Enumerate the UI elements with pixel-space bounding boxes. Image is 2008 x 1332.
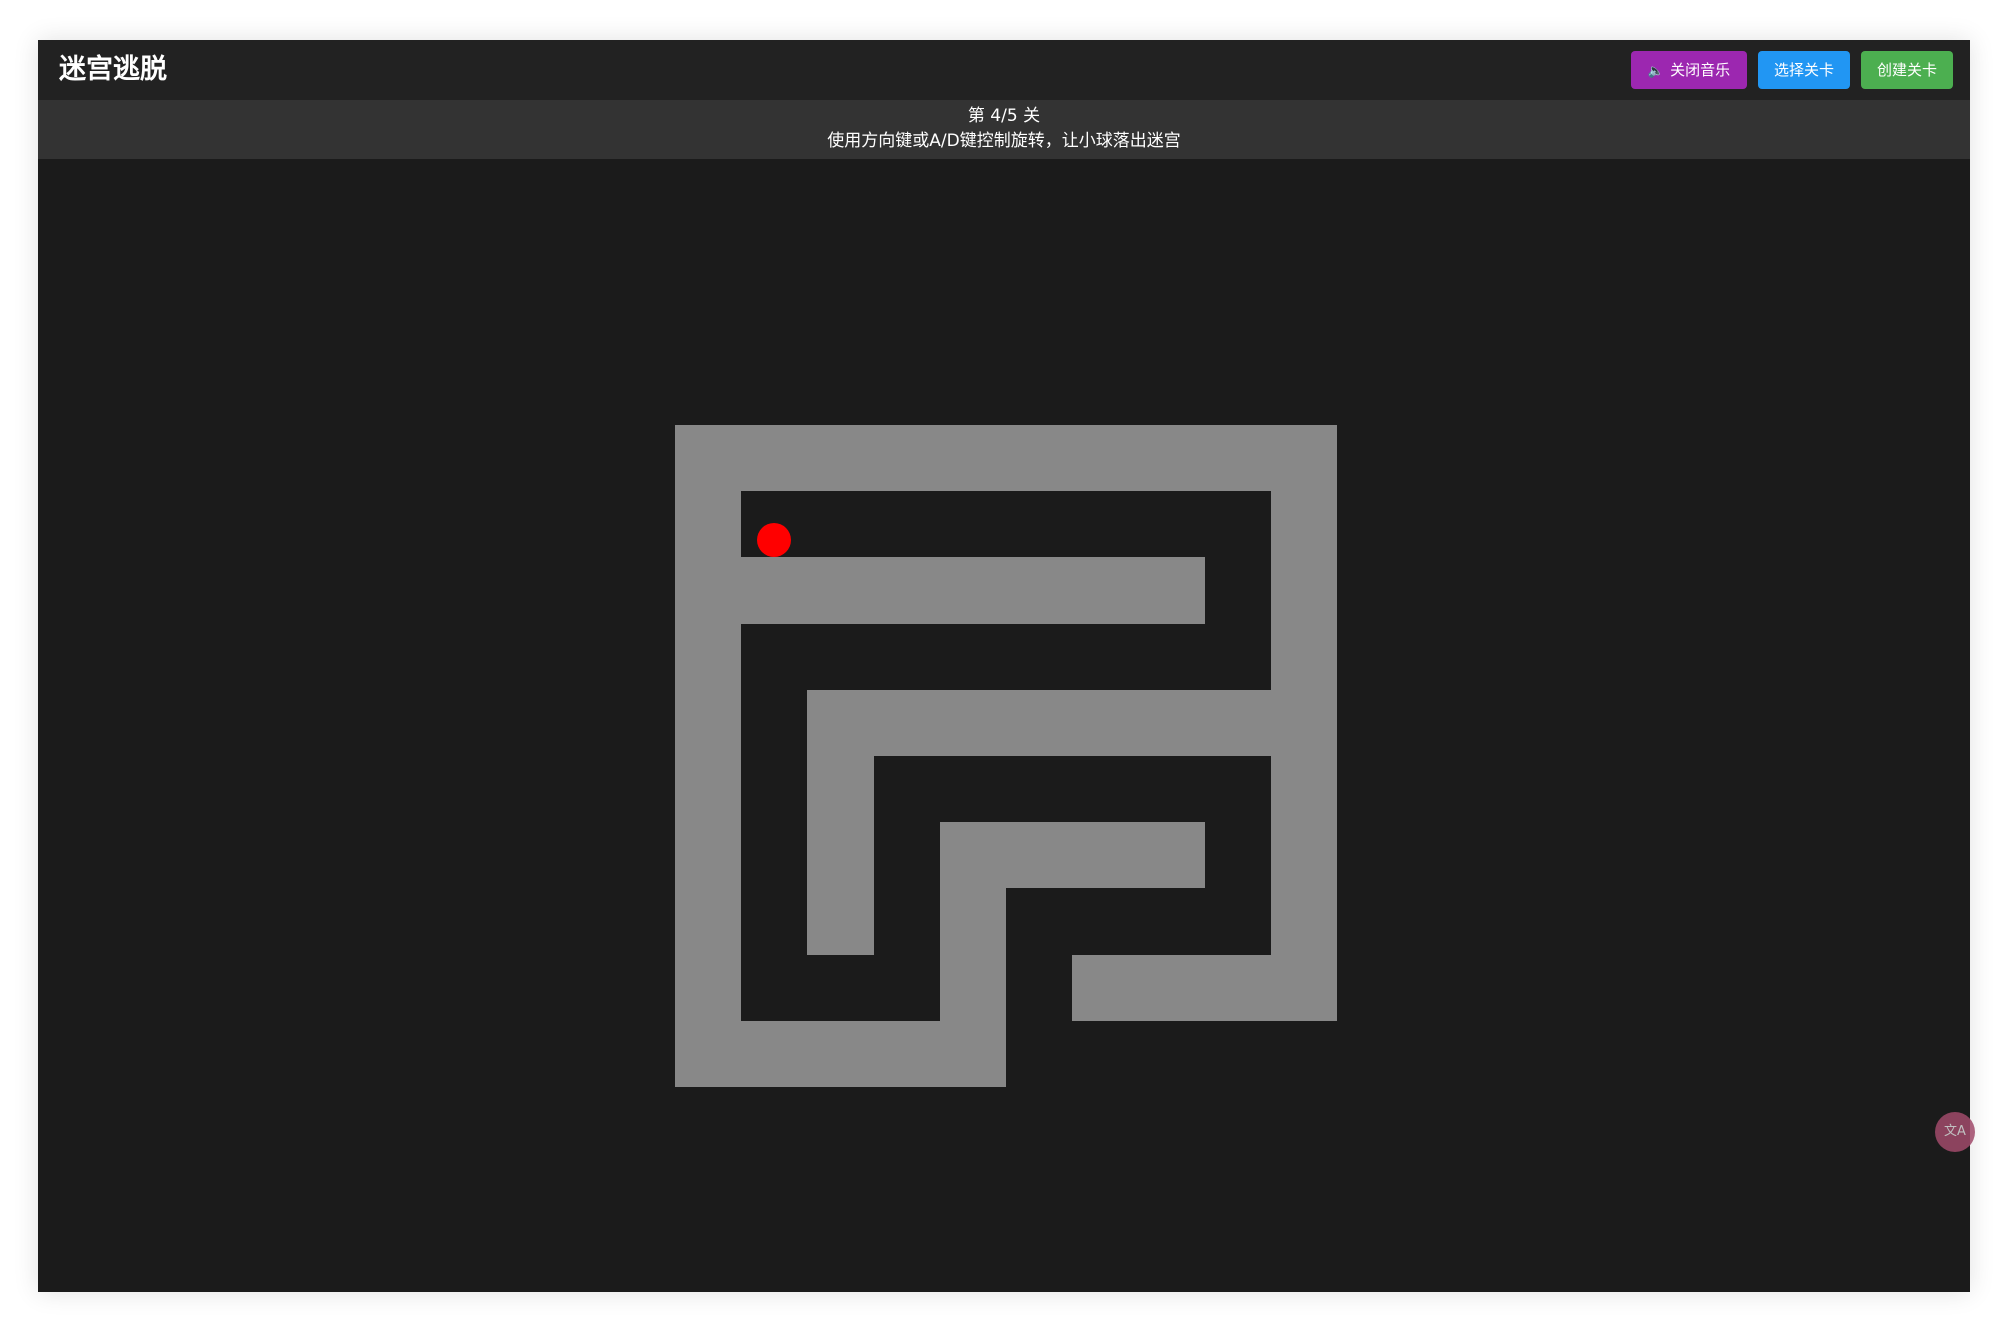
toggle-music-button[interactable]: 🔈 关闭音乐: [1631, 51, 1747, 89]
maze-wall: [940, 425, 1006, 491]
maze-wall: [940, 1021, 1006, 1087]
maze-wall: [1072, 822, 1138, 888]
maze-wall: [741, 1021, 807, 1087]
maze-wall: [1205, 955, 1271, 1021]
maze-wall: [807, 1021, 874, 1087]
maze-wall: [1138, 955, 1205, 1021]
maze-wall: [675, 888, 741, 955]
maze-wall: [675, 491, 741, 557]
maze-wall: [675, 557, 741, 624]
maze-wall: [675, 1021, 741, 1087]
music-button-label: 关闭音乐: [1670, 62, 1731, 79]
maze-wall: [940, 888, 1006, 955]
maze-wall: [675, 690, 741, 756]
translate-icon[interactable]: 文A: [1935, 1112, 1975, 1152]
maze-wall: [874, 690, 940, 756]
maze[interactable]: [675, 425, 1337, 1087]
maze-wall: [1072, 557, 1138, 624]
maze-wall: [675, 425, 741, 491]
maze-wall: [1271, 756, 1337, 822]
maze-wall: [807, 690, 874, 756]
maze-wall: [675, 756, 741, 822]
maze-wall: [1072, 955, 1138, 1021]
maze-wall: [1271, 557, 1337, 624]
maze-wall: [1271, 955, 1337, 1021]
header: 迷宫逃脱 🔈 关闭音乐 选择关卡 创建关卡: [38, 40, 1970, 100]
maze-wall: [1271, 425, 1337, 491]
maze-wall: [1072, 425, 1138, 491]
maze-wall: [1138, 690, 1205, 756]
maze-wall: [940, 557, 1006, 624]
maze-wall: [1006, 822, 1072, 888]
maze-wall: [1271, 491, 1337, 557]
maze-wall: [807, 822, 874, 888]
maze-wall: [807, 557, 874, 624]
game-window: 迷宫逃脱 🔈 关闭音乐 选择关卡 创建关卡 第 4/5 关 使用方向键或A/D键控…: [38, 40, 1970, 1292]
maze-wall: [874, 557, 940, 624]
maze-wall: [940, 690, 1006, 756]
maze-wall: [1072, 690, 1138, 756]
maze-wall: [675, 822, 741, 888]
maze-wall: [741, 557, 807, 624]
maze-wall: [1138, 557, 1205, 624]
ball: [757, 523, 792, 558]
maze-wall: [1006, 425, 1072, 491]
maze-wall: [1205, 690, 1271, 756]
maze-wall: [675, 624, 741, 690]
maze-wall: [1205, 425, 1271, 491]
maze-wall: [675, 955, 741, 1021]
maze-wall: [741, 425, 807, 491]
maze-wall: [1006, 690, 1072, 756]
maze-wall: [1006, 557, 1072, 624]
maze-wall: [1271, 888, 1337, 955]
level-indicator: 第 4/5 关: [967, 106, 1041, 126]
maze-wall: [807, 425, 874, 491]
maze-wall: [1138, 425, 1205, 491]
select-level-button[interactable]: 选择关卡: [1758, 51, 1850, 89]
speaker-icon: 🔈: [1647, 63, 1665, 78]
maze-wall: [874, 425, 940, 491]
maze-wall: [1271, 690, 1337, 756]
level-info-bar: 第 4/5 关 使用方向键或A/D键控制旋转，让小球落出迷宫: [38, 100, 1970, 159]
instructions: 使用方向键或A/D键控制旋转，让小球落出迷宫: [827, 131, 1181, 151]
maze-wall: [807, 888, 874, 955]
maze-wall: [940, 955, 1006, 1021]
app-title: 迷宫逃脱: [59, 54, 167, 85]
maze-wall: [807, 756, 874, 822]
create-level-button[interactable]: 创建关卡: [1861, 51, 1953, 89]
maze-wall: [940, 822, 1006, 888]
maze-wall: [1271, 624, 1337, 690]
maze-wall: [1271, 822, 1337, 888]
maze-wall: [874, 1021, 940, 1087]
maze-wall: [1138, 822, 1205, 888]
